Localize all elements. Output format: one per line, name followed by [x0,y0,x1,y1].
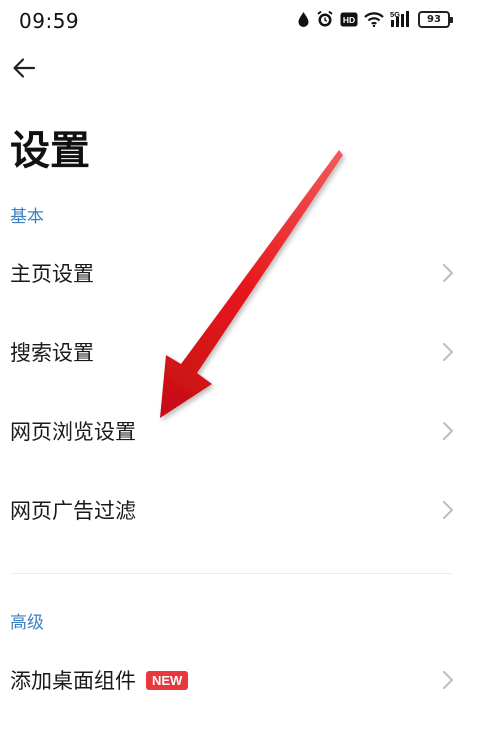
menu-item-home-settings[interactable]: 主页设置 [0,234,478,312]
page-title: 设置 [10,128,90,174]
water-drop-icon [298,11,309,27]
settings-screen: 09:59 HD 5G 93 设置 基本 主页设置 搜索设置 网页浏览设置 网页… [0,0,478,742]
alarm-icon [317,10,333,27]
back-button[interactable] [6,50,42,86]
svg-text:HD: HD [343,15,355,25]
status-icons: HD 5G 93 [297,10,453,28]
menu-item-label: 主页设置 [10,262,94,286]
chevron-right-icon [443,671,453,689]
menu-item-search-settings[interactable]: 搜索设置 [0,313,478,391]
arrow-left-icon [13,58,36,78]
menu-item-browsing-settings[interactable]: 网页浏览设置 [0,392,478,470]
section-label-advanced: 高级 [10,613,44,633]
menu-item-label: 添加桌面组件 NEW [10,665,189,695]
wifi-icon [364,12,384,27]
menu-item-add-widget[interactable]: 添加桌面组件 NEW [0,641,478,719]
signal-5g-icon: 5G [390,10,409,27]
section-divider [10,573,452,574]
chevron-right-icon [443,343,453,361]
section-label-basic: 基本 [10,207,44,227]
chevron-right-icon [443,422,453,440]
chevron-right-icon [443,501,453,519]
new-badge: NEW [146,671,189,690]
menu-item-label: 网页浏览设置 [10,420,136,444]
battery-level: 93 [427,13,441,25]
menu-item-label-text: 添加桌面组件 [10,669,136,693]
hd-icon: HD [340,12,358,26]
chevron-right-icon [443,264,453,282]
status-bar: 09:59 HD 5G 93 [0,0,478,42]
status-time: 09:59 [19,9,80,33]
battery-icon: 93 [418,10,453,28]
menu-item-ad-filter[interactable]: 网页广告过滤 [0,471,478,549]
menu-item-label: 网页广告过滤 [10,499,136,523]
menu-item-label: 搜索设置 [10,341,94,365]
